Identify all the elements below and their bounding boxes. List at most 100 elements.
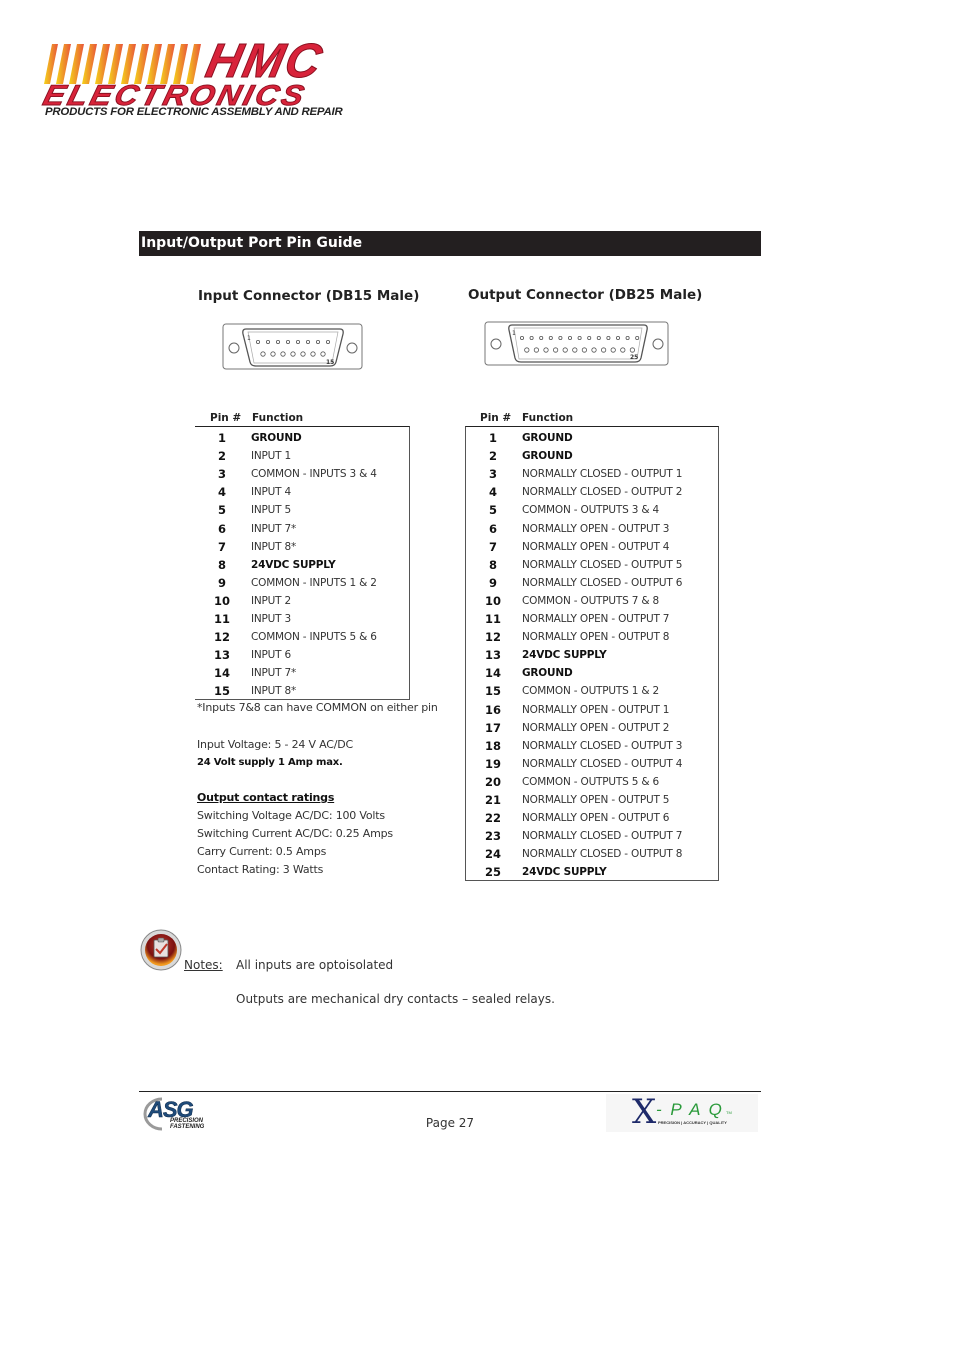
pin-number: 3 bbox=[488, 467, 497, 482]
asg-logo: ASG PRECISION FASTENING bbox=[140, 1096, 216, 1132]
pin-number: 8 bbox=[488, 557, 497, 572]
output-connector-title: Output Connector (DB25 Male) bbox=[468, 287, 703, 303]
pin-function: COMMON - INPUTS 3 & 4 bbox=[251, 468, 377, 481]
pin-function: INPUT 2 bbox=[251, 594, 292, 607]
pin-number: 19 bbox=[484, 756, 501, 771]
pin-number: 7 bbox=[217, 539, 226, 554]
pin-number: 10 bbox=[213, 593, 230, 608]
input-table-header-pin: Pin # bbox=[210, 412, 242, 424]
connector-pin bbox=[266, 339, 271, 344]
supply-spec: 24 Volt supply 1 Amp max. bbox=[197, 757, 343, 768]
pin-row: 15 INPUT 8* bbox=[195, 682, 409, 700]
db15-first-pin-label: 1 bbox=[247, 335, 251, 342]
connector-pin bbox=[296, 339, 301, 344]
connector-pin bbox=[629, 347, 635, 353]
hmc-electronics-logo: HMC ELECTRONICS PRODUCTS FOR ELECTRONIC … bbox=[39, 35, 366, 120]
pin-row: 14 INPUT 7* bbox=[195, 664, 409, 682]
pin-number: 23 bbox=[484, 829, 501, 844]
pin-function: GROUND bbox=[522, 450, 573, 463]
pin-row: 18 NORMALLY CLOSED - OUTPUT 3 bbox=[466, 737, 718, 755]
pin-function: GROUND bbox=[522, 432, 573, 444]
input-pin-table: 1 GROUND 2 INPUT 1 3 COMMON - INPUTS 3 & 4 4 IN… bbox=[195, 426, 410, 700]
pin-function: INPUT 3 bbox=[251, 613, 292, 625]
connector-pin bbox=[601, 347, 607, 353]
pin-row: 3 NORMALLY CLOSED - OUTPUT 1 bbox=[466, 465, 718, 483]
pin-number: 12 bbox=[484, 630, 501, 645]
pin-function: INPUT 5 bbox=[251, 504, 292, 517]
rating-carry-current: Carry Current: 0.5 Amps bbox=[197, 845, 327, 858]
pin-function: INPUT 4 bbox=[251, 486, 292, 499]
note-line-2: Outputs are mechanical dry contacts – se… bbox=[236, 992, 555, 1006]
pin-function: INPUT 7* bbox=[251, 667, 297, 680]
pin-number: 9 bbox=[217, 575, 226, 590]
pin-row: 1 GROUND bbox=[195, 429, 409, 447]
connector-pin bbox=[520, 335, 525, 340]
input-table-header-function: Function bbox=[252, 412, 304, 424]
input-connector-title: Input Connector (DB15 Male) bbox=[198, 288, 420, 304]
pin-row: 2 INPUT 1 bbox=[195, 447, 409, 465]
pin-number: 13 bbox=[213, 648, 230, 663]
db15-connector-diagram: 1 15 bbox=[222, 323, 363, 370]
pin-row: 10 COMMON - OUTPUTS 7 & 8 bbox=[466, 592, 718, 610]
pin-number: 8 bbox=[217, 557, 226, 572]
footer-divider bbox=[139, 1091, 761, 1092]
connector-pin bbox=[256, 339, 261, 344]
pin-function: NORMALLY OPEN - OUTPUT 4 bbox=[522, 540, 670, 553]
connector-pin bbox=[577, 335, 582, 340]
pin-number: 1 bbox=[488, 431, 497, 445]
connector-pin bbox=[562, 347, 568, 353]
xpaq-logo-text: - P A Q bbox=[656, 1100, 724, 1119]
pin-function: NORMALLY CLOSED - OUTPUT 4 bbox=[522, 757, 683, 770]
pin-function: COMMON - INPUTS 1 & 2 bbox=[251, 576, 377, 589]
connector-pin bbox=[553, 347, 559, 353]
pin-number: 11 bbox=[213, 612, 230, 626]
pin-row: 5 COMMON - OUTPUTS 3 & 4 bbox=[466, 501, 718, 519]
pin-function: NORMALLY CLOSED - OUTPUT 1 bbox=[522, 468, 683, 481]
db25-last-pin-label: 25 bbox=[630, 354, 638, 361]
pin-row: 13 INPUT 6 bbox=[195, 646, 409, 664]
connector-pin bbox=[539, 335, 544, 340]
pin-function: NORMALLY CLOSED - OUTPUT 3 bbox=[522, 739, 683, 752]
connector-pin bbox=[620, 347, 626, 353]
pin-row: 2 GROUND bbox=[466, 447, 718, 465]
pin-function: NORMALLY OPEN - OUTPUT 2 bbox=[522, 721, 670, 734]
xpaq-logo-tm: TM bbox=[726, 1110, 732, 1115]
pin-number: 17 bbox=[484, 720, 501, 735]
pin-row: 4 INPUT 4 bbox=[195, 483, 409, 501]
pin-function: COMMON - OUTPUTS 1 & 2 bbox=[522, 685, 659, 698]
pin-function: NORMALLY CLOSED - OUTPUT 6 bbox=[522, 576, 683, 589]
page-number: Page 27 bbox=[425, 1116, 475, 1130]
connector-pin bbox=[276, 339, 281, 344]
note-line-1: All inputs are optoisolated bbox=[236, 958, 394, 972]
connector-pin bbox=[572, 347, 578, 353]
pin-number: 7 bbox=[488, 539, 497, 554]
rating-switching-current: Switching Current AC/DC: 0.25 Amps bbox=[197, 827, 393, 840]
pin-function: NORMALLY OPEN - OUTPUT 8 bbox=[522, 631, 670, 644]
connector-pin bbox=[260, 351, 266, 357]
pin-function: COMMON - INPUTS 5 & 6 bbox=[251, 631, 377, 644]
logo-tagline: PRODUCTS FOR ELECTRONIC ASSEMBLY AND REP… bbox=[45, 106, 343, 118]
connector-pin bbox=[543, 347, 549, 353]
pin-row: 12 NORMALLY OPEN - OUTPUT 8 bbox=[466, 628, 718, 646]
pin-row: 13 24VDC SUPPLY bbox=[466, 646, 718, 664]
pin-row: 6 INPUT 7* bbox=[195, 520, 409, 538]
section-title: Input/Output Port Pin Guide bbox=[141, 235, 363, 251]
connector-pin bbox=[548, 335, 553, 340]
pin-function: INPUT 6 bbox=[251, 649, 292, 662]
output-pin-table: 1 GROUND 2 GROUND 3 NORMALLY CLOSED - OUTPUT … bbox=[465, 426, 719, 881]
connector-pin bbox=[320, 351, 326, 357]
pin-row: 10 INPUT 2 bbox=[195, 592, 409, 610]
pin-row: 4 NORMALLY CLOSED - OUTPUT 2 bbox=[466, 483, 718, 501]
connector-pin bbox=[635, 335, 640, 340]
clipboard-check-icon bbox=[140, 929, 182, 971]
pin-function: NORMALLY OPEN - OUTPUT 3 bbox=[522, 522, 670, 535]
pin-function: 24VDC SUPPLY bbox=[522, 866, 607, 879]
pin-function: GROUND bbox=[522, 667, 573, 680]
pin-number: 5 bbox=[488, 503, 497, 518]
pin-number: 2 bbox=[217, 449, 226, 464]
pin-function: NORMALLY CLOSED - OUTPUT 7 bbox=[522, 830, 683, 843]
pin-row: 19 NORMALLY CLOSED - OUTPUT 4 bbox=[466, 755, 718, 773]
pin-function: NORMALLY OPEN - OUTPUT 6 bbox=[522, 812, 670, 825]
output-table-header-function: Function bbox=[522, 412, 574, 424]
pin-number: 20 bbox=[484, 774, 501, 789]
